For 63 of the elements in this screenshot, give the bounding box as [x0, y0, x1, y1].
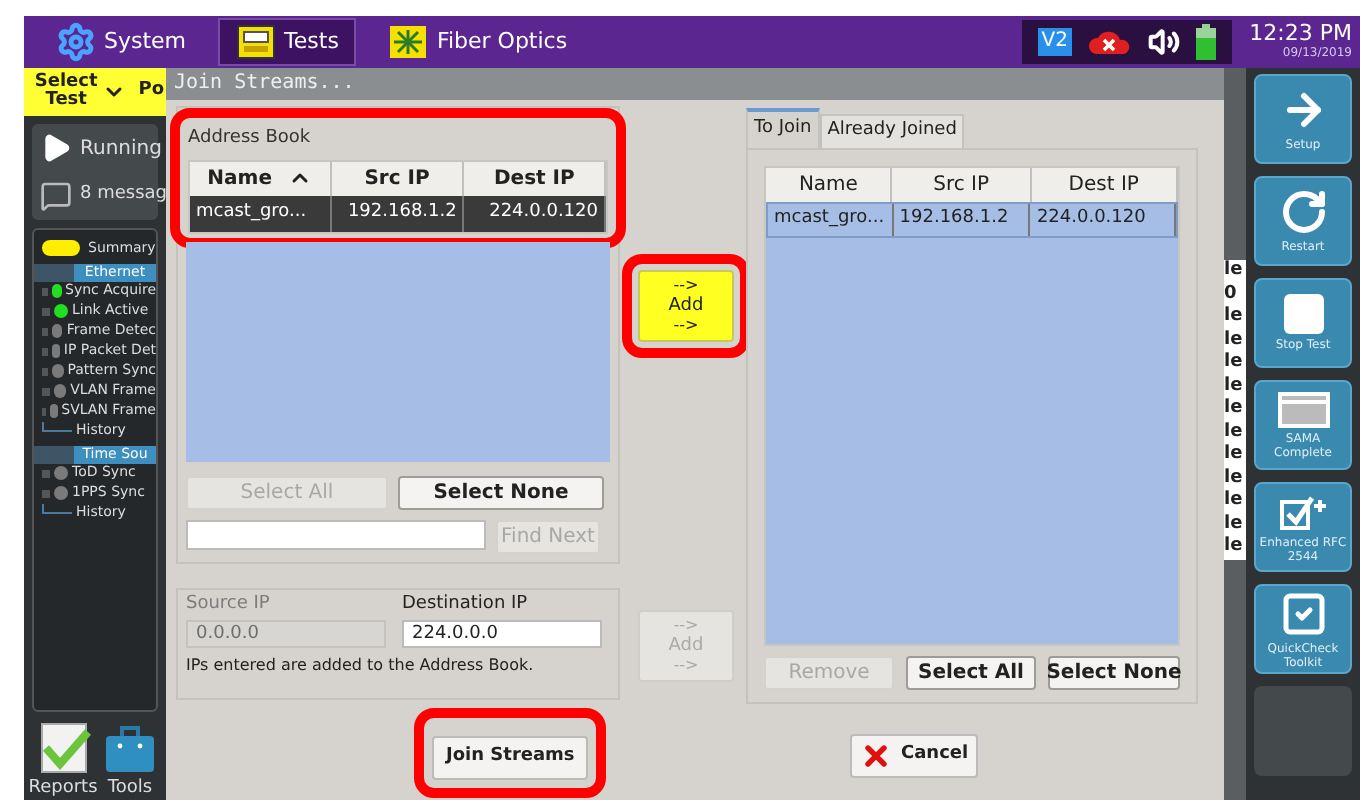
cut-off-text: le [1224, 490, 1245, 513]
report-check-icon [35, 720, 91, 776]
cut-off-text: 0 [1224, 283, 1239, 306]
cut-off-text: le [1224, 352, 1245, 375]
dialog-title: Join Streams... [166, 68, 1224, 100]
stop-icon [1283, 294, 1323, 334]
cut-off-text: le [1224, 467, 1245, 490]
cut-off-text: le [1224, 444, 1245, 467]
field-label: Source IP [186, 592, 272, 618]
select-none-button[interactable]: Select None [398, 476, 604, 510]
message-icon [40, 180, 72, 212]
select-test-button[interactable]: Select Test [24, 68, 137, 116]
battery-icon [1196, 24, 1216, 60]
toolbox-icon [102, 720, 158, 776]
message-count: 8 messag [80, 182, 166, 209]
window-icon [1277, 391, 1329, 427]
clock-time: 12:23 PM [1249, 22, 1352, 46]
field-label: Destination IP [402, 592, 530, 618]
cancel-button[interactable]: Cancel [850, 734, 979, 778]
app-tab[interactable]: Tests [218, 18, 357, 66]
hint-text: IPs entered are added to the Address Book. [186, 653, 536, 677]
cut-off-text: le [1224, 536, 1245, 559]
gear-icon [56, 22, 96, 62]
port-tab[interactable]: Po [136, 68, 166, 116]
cloud-error-icon [1088, 28, 1132, 56]
table-cell: mcast_gro... [190, 195, 332, 231]
cut-off-text: le [1224, 398, 1245, 421]
light-burst-icon [388, 24, 429, 60]
table-cell: 224.0.0.120 [464, 195, 606, 231]
tool-label[interactable]: Reports [28, 776, 98, 800]
checkbox-plus-icon [1277, 491, 1329, 531]
version-badge: V2 [1037, 28, 1072, 56]
table-cell: mcast_gro... [768, 204, 894, 236]
app-tab[interactable]: System [40, 18, 203, 66]
search-field[interactable] [186, 520, 486, 550]
select-all-button[interactable]: Select All [906, 656, 1036, 690]
select-none-button[interactable]: Select None [1048, 656, 1180, 690]
table-cell: 192.168.1.2 [331, 195, 465, 231]
cut-off-text: le [1224, 513, 1245, 536]
tool-label[interactable]: Tools [107, 776, 153, 800]
panel-tab[interactable]: To Join [746, 108, 820, 148]
panel-title: Address Book [188, 126, 313, 152]
join-streams-button[interactable]: Join Streams [432, 735, 589, 780]
panel-tab[interactable]: Already Joined [819, 114, 965, 148]
close-icon [860, 740, 893, 772]
checkbox-icon [1279, 589, 1327, 637]
run-status: Running [80, 135, 162, 163]
cut-off-text: le [1224, 260, 1245, 283]
app-tab[interactable]: Fiber Optics [372, 18, 584, 66]
table-cell: 192.168.1.2 [893, 204, 1031, 236]
cut-off-text: le [1224, 306, 1245, 329]
restart-icon [1279, 188, 1327, 236]
cut-off-text: le [1224, 421, 1245, 444]
cut-off-text: le [1224, 375, 1245, 398]
test-set-icon [236, 24, 277, 60]
ip-field[interactable]: 224.0.0.0 [402, 619, 602, 647]
add-button[interactable]: --> Add --> [638, 270, 734, 342]
table-cell: 224.0.0.120 [1030, 204, 1176, 236]
play-icon [40, 132, 72, 164]
cut-off-text: le [1224, 329, 1245, 352]
blank-action-button[interactable] [1254, 686, 1352, 776]
speaker-icon [1148, 26, 1180, 58]
summary-indicator [42, 240, 80, 257]
